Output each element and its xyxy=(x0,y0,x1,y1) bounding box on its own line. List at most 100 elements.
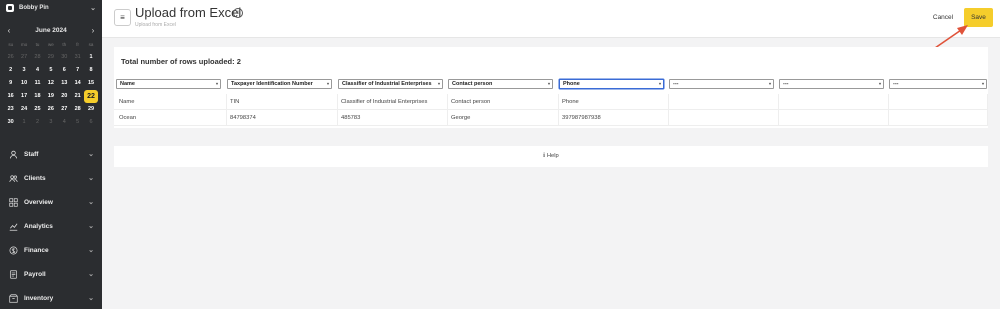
calendar-day[interactable]: 10 xyxy=(17,77,30,90)
menu-toggle-button[interactable]: ≡ xyxy=(114,9,131,26)
calendar-day[interactable]: 2 xyxy=(31,116,44,129)
calendar-day[interactable]: 27 xyxy=(58,103,71,116)
weekday-label: mo xyxy=(20,42,28,47)
weekday-label: we xyxy=(47,42,54,47)
calendar-day[interactable]: 17 xyxy=(17,90,30,103)
table-row: Ocean 84798374 485783 George 397987987938 xyxy=(114,110,988,126)
calendar-day[interactable]: 30 xyxy=(4,116,17,129)
column-mapping-select[interactable]: Name ▾ xyxy=(116,79,221,89)
calendar-day[interactable]: 12 xyxy=(44,77,57,90)
calendar-day[interactable]: 15 xyxy=(84,77,97,90)
calendar-day[interactable]: 3 xyxy=(17,64,30,77)
calendar-day[interactable]: 20 xyxy=(58,90,71,103)
calendar-day[interactable]: 29 xyxy=(44,51,57,64)
column-mapping-select[interactable]: Contact person ▾ xyxy=(448,79,553,89)
calendar-day[interactable]: 28 xyxy=(71,103,84,116)
table-cell: George xyxy=(448,110,559,126)
calendar-day[interactable]: 21 xyxy=(71,90,84,103)
calendar-day[interactable]: 13 xyxy=(58,77,71,90)
weekday-label: tu xyxy=(35,42,40,47)
calendar-day[interactable]: 29 xyxy=(84,103,97,116)
sidebar-item-analytics[interactable]: Analytics ⌄ xyxy=(0,214,102,238)
payroll-icon xyxy=(9,269,18,279)
calendar-day[interactable]: 9 xyxy=(4,77,17,90)
chevron-down-icon: ⌄ xyxy=(88,199,94,206)
table-cell: Phone xyxy=(559,94,669,110)
weekday-label: th xyxy=(62,42,67,47)
calendar-day[interactable]: 16 xyxy=(4,90,17,103)
column-mapping-select[interactable]: --- ▾ xyxy=(889,79,987,89)
column-mapping-row: Name ▾ Taxpayer Identification Number ▾ Clas… xyxy=(114,79,988,91)
sidebar-item-clients[interactable]: Clients ⌄ xyxy=(0,166,102,190)
finance-icon xyxy=(9,246,18,255)
save-button[interactable]: Save xyxy=(964,8,993,27)
table-cell: Contact person xyxy=(448,94,559,110)
person-icon xyxy=(9,150,18,159)
calendar-day[interactable]: 8 xyxy=(84,64,97,77)
caret-down-icon: ▾ xyxy=(326,81,329,86)
calendar-day[interactable]: 26 xyxy=(4,51,17,64)
calendar-prev-button[interactable]: ‹ xyxy=(4,26,14,35)
sidebar-item-label: Overview xyxy=(24,198,53,206)
calendar-day[interactable]: 2 xyxy=(4,64,17,77)
help-link[interactable]: i Help xyxy=(114,146,988,167)
calendar-day[interactable]: 30 xyxy=(58,51,71,64)
sidebar-item-finance[interactable]: Finance ⌄ xyxy=(0,238,102,262)
help-label: Help xyxy=(546,153,559,159)
chevron-down-icon: ⌄ xyxy=(88,295,94,302)
calendar-day[interactable]: 6 xyxy=(58,64,71,77)
calendar-day[interactable]: 6 xyxy=(84,116,97,129)
sidebar-item-staff[interactable]: Staff ⌄ xyxy=(0,142,102,166)
calendar-day[interactable]: 4 xyxy=(58,116,71,129)
info-icon[interactable]: i xyxy=(233,8,243,18)
calendar-day[interactable]: 23 xyxy=(4,103,17,116)
column-mapping-value: Phone xyxy=(563,81,580,87)
sidebar-item-label: Inventory xyxy=(24,294,54,302)
calendar-day[interactable]: 19 xyxy=(44,90,57,103)
weekday-label: sa xyxy=(88,42,94,47)
table-row: Name TIN Classifier of Industrial Enterpri… xyxy=(114,94,988,110)
page-header: ≡ Upload from Excel i Upload from Excel … xyxy=(102,0,1000,38)
sidebar-item-payroll[interactable]: Payroll ⌄ xyxy=(0,262,102,286)
calendar-day[interactable]: 28 xyxy=(31,51,44,64)
calendar-day[interactable]: 24 xyxy=(17,103,30,116)
caret-down-icon: ▾ xyxy=(768,81,771,86)
chevron-down-icon: ⌄ xyxy=(90,5,96,12)
chevron-down-icon: ⌄ xyxy=(88,223,94,230)
column-mapping-value: Name xyxy=(120,81,135,87)
calendar-day[interactable]: 18 xyxy=(31,90,44,103)
caret-down-icon: ▾ xyxy=(437,81,440,86)
table-cell xyxy=(669,94,779,110)
column-mapping-select[interactable]: Classifier of Industrial Enterprises ▾ xyxy=(338,79,443,89)
column-mapping-select[interactable]: --- ▾ xyxy=(669,79,774,89)
column-mapping-select[interactable]: --- ▾ xyxy=(779,79,884,89)
table-cell xyxy=(889,94,988,110)
sidebar-item-label: Payroll xyxy=(24,270,46,278)
cancel-button[interactable]: Cancel xyxy=(928,9,958,26)
table-cell: Classifier of Industrial Enterprises xyxy=(338,94,448,110)
calendar-day-today[interactable]: 22 xyxy=(84,90,98,103)
column-mapping-value: --- xyxy=(673,81,679,87)
calendar-day[interactable]: 1 xyxy=(17,116,30,129)
calendar-day[interactable]: 1 xyxy=(84,51,97,64)
column-mapping-select[interactable]: Phone ▾ xyxy=(559,79,664,89)
column-mapping-select[interactable]: Taxpayer Identification Number ▾ xyxy=(227,79,332,89)
calendar-day[interactable]: 25 xyxy=(31,103,44,116)
calendar-next-button[interactable]: › xyxy=(88,26,98,35)
user-switcher[interactable]: Bobby Pin ⌄ xyxy=(0,0,102,16)
calendar-day[interactable]: 7 xyxy=(71,64,84,77)
calendar-day[interactable]: 26 xyxy=(44,103,57,116)
calendar-day[interactable]: 11 xyxy=(31,77,44,90)
calendar-day[interactable]: 5 xyxy=(71,116,84,129)
calendar-day[interactable]: 27 xyxy=(17,51,30,64)
calendar-day[interactable]: 14 xyxy=(71,77,84,90)
calendar-day[interactable]: 3 xyxy=(44,116,57,129)
column-mapping-value: --- xyxy=(893,81,899,87)
calendar-day[interactable]: 31 xyxy=(71,51,84,64)
caret-down-icon: ▾ xyxy=(658,81,661,86)
calendar-day[interactable]: 5 xyxy=(44,64,57,77)
sidebar-item-inventory[interactable]: Inventory ⌄ xyxy=(0,286,102,309)
sidebar-item-overview[interactable]: Overview ⌄ xyxy=(0,190,102,214)
chevron-down-icon: ⌄ xyxy=(88,175,94,182)
calendar-day[interactable]: 4 xyxy=(31,64,44,77)
